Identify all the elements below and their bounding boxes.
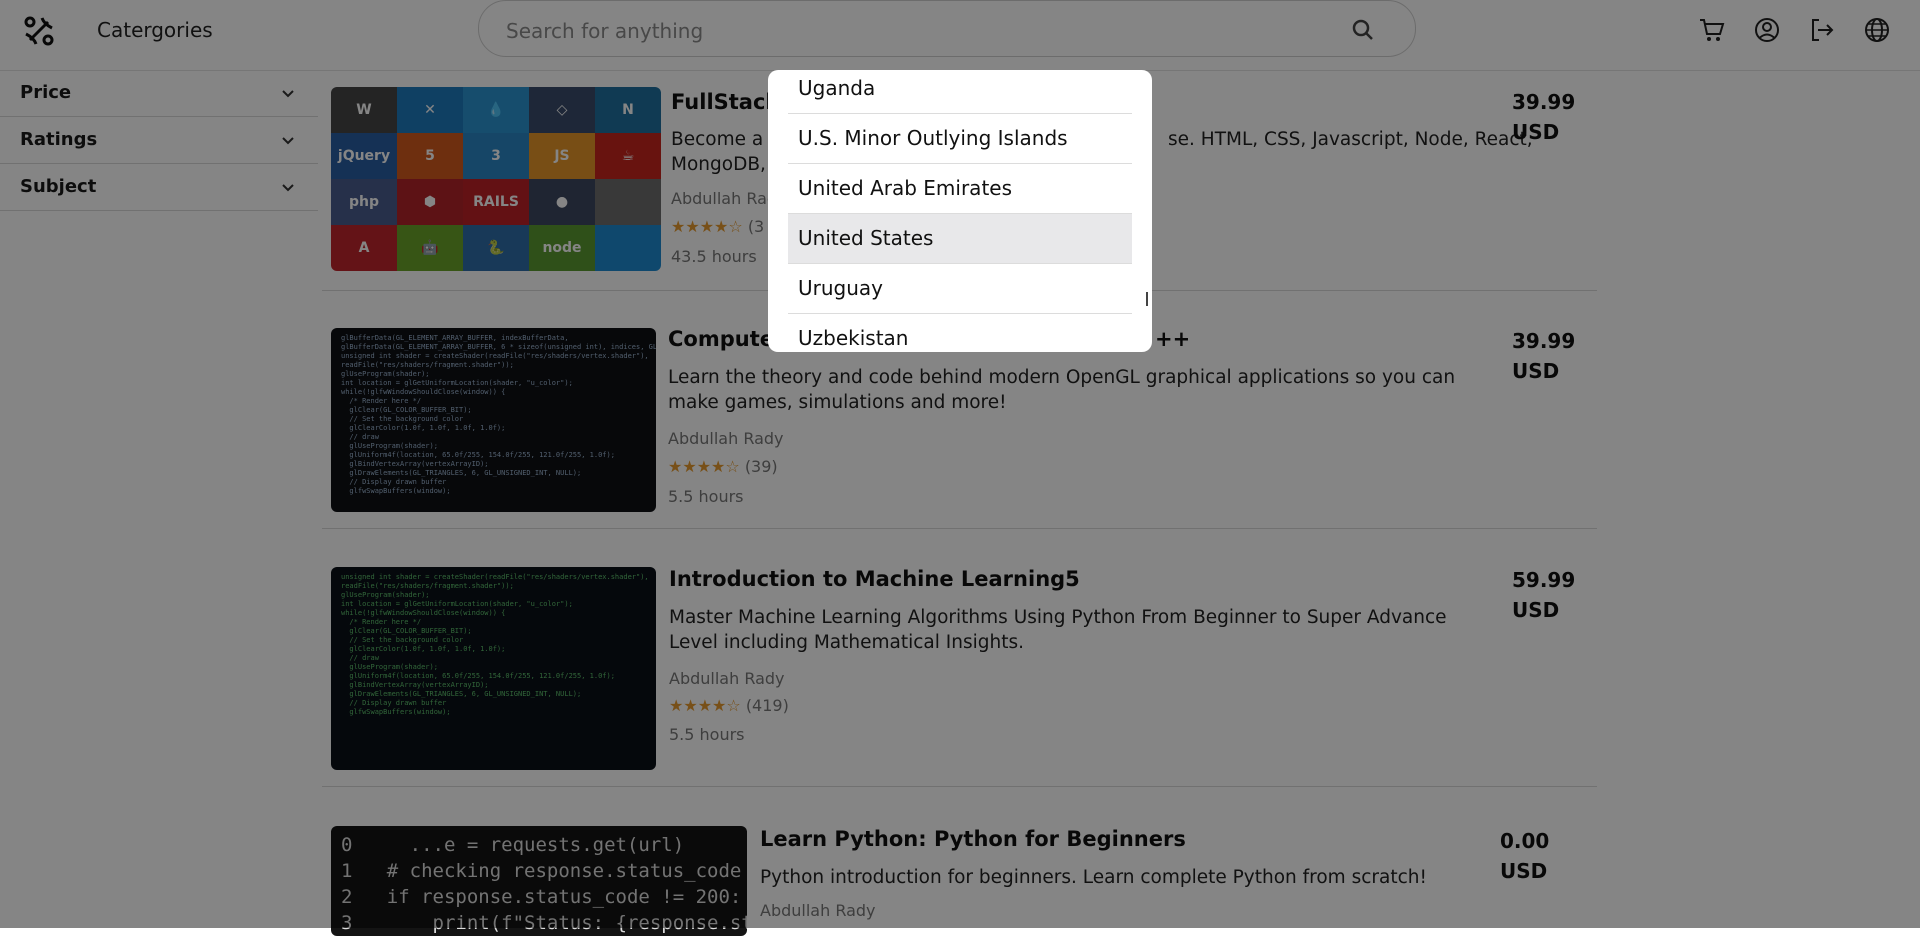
country-option-selected[interactable]: United States	[788, 214, 1132, 264]
dropdown-scrollbar[interactable]	[1146, 292, 1148, 306]
country-option[interactable]: United Arab Emirates	[788, 164, 1132, 214]
country-option[interactable]: U.S. Minor Outlying Islands	[788, 114, 1132, 164]
country-option[interactable]: Uruguay	[788, 264, 1132, 314]
country-option[interactable]: Uganda	[788, 70, 1132, 114]
country-option[interactable]: Uzbekistan	[788, 314, 1132, 352]
country-dropdown[interactable]: Uganda U.S. Minor Outlying Islands Unite…	[768, 70, 1152, 352]
